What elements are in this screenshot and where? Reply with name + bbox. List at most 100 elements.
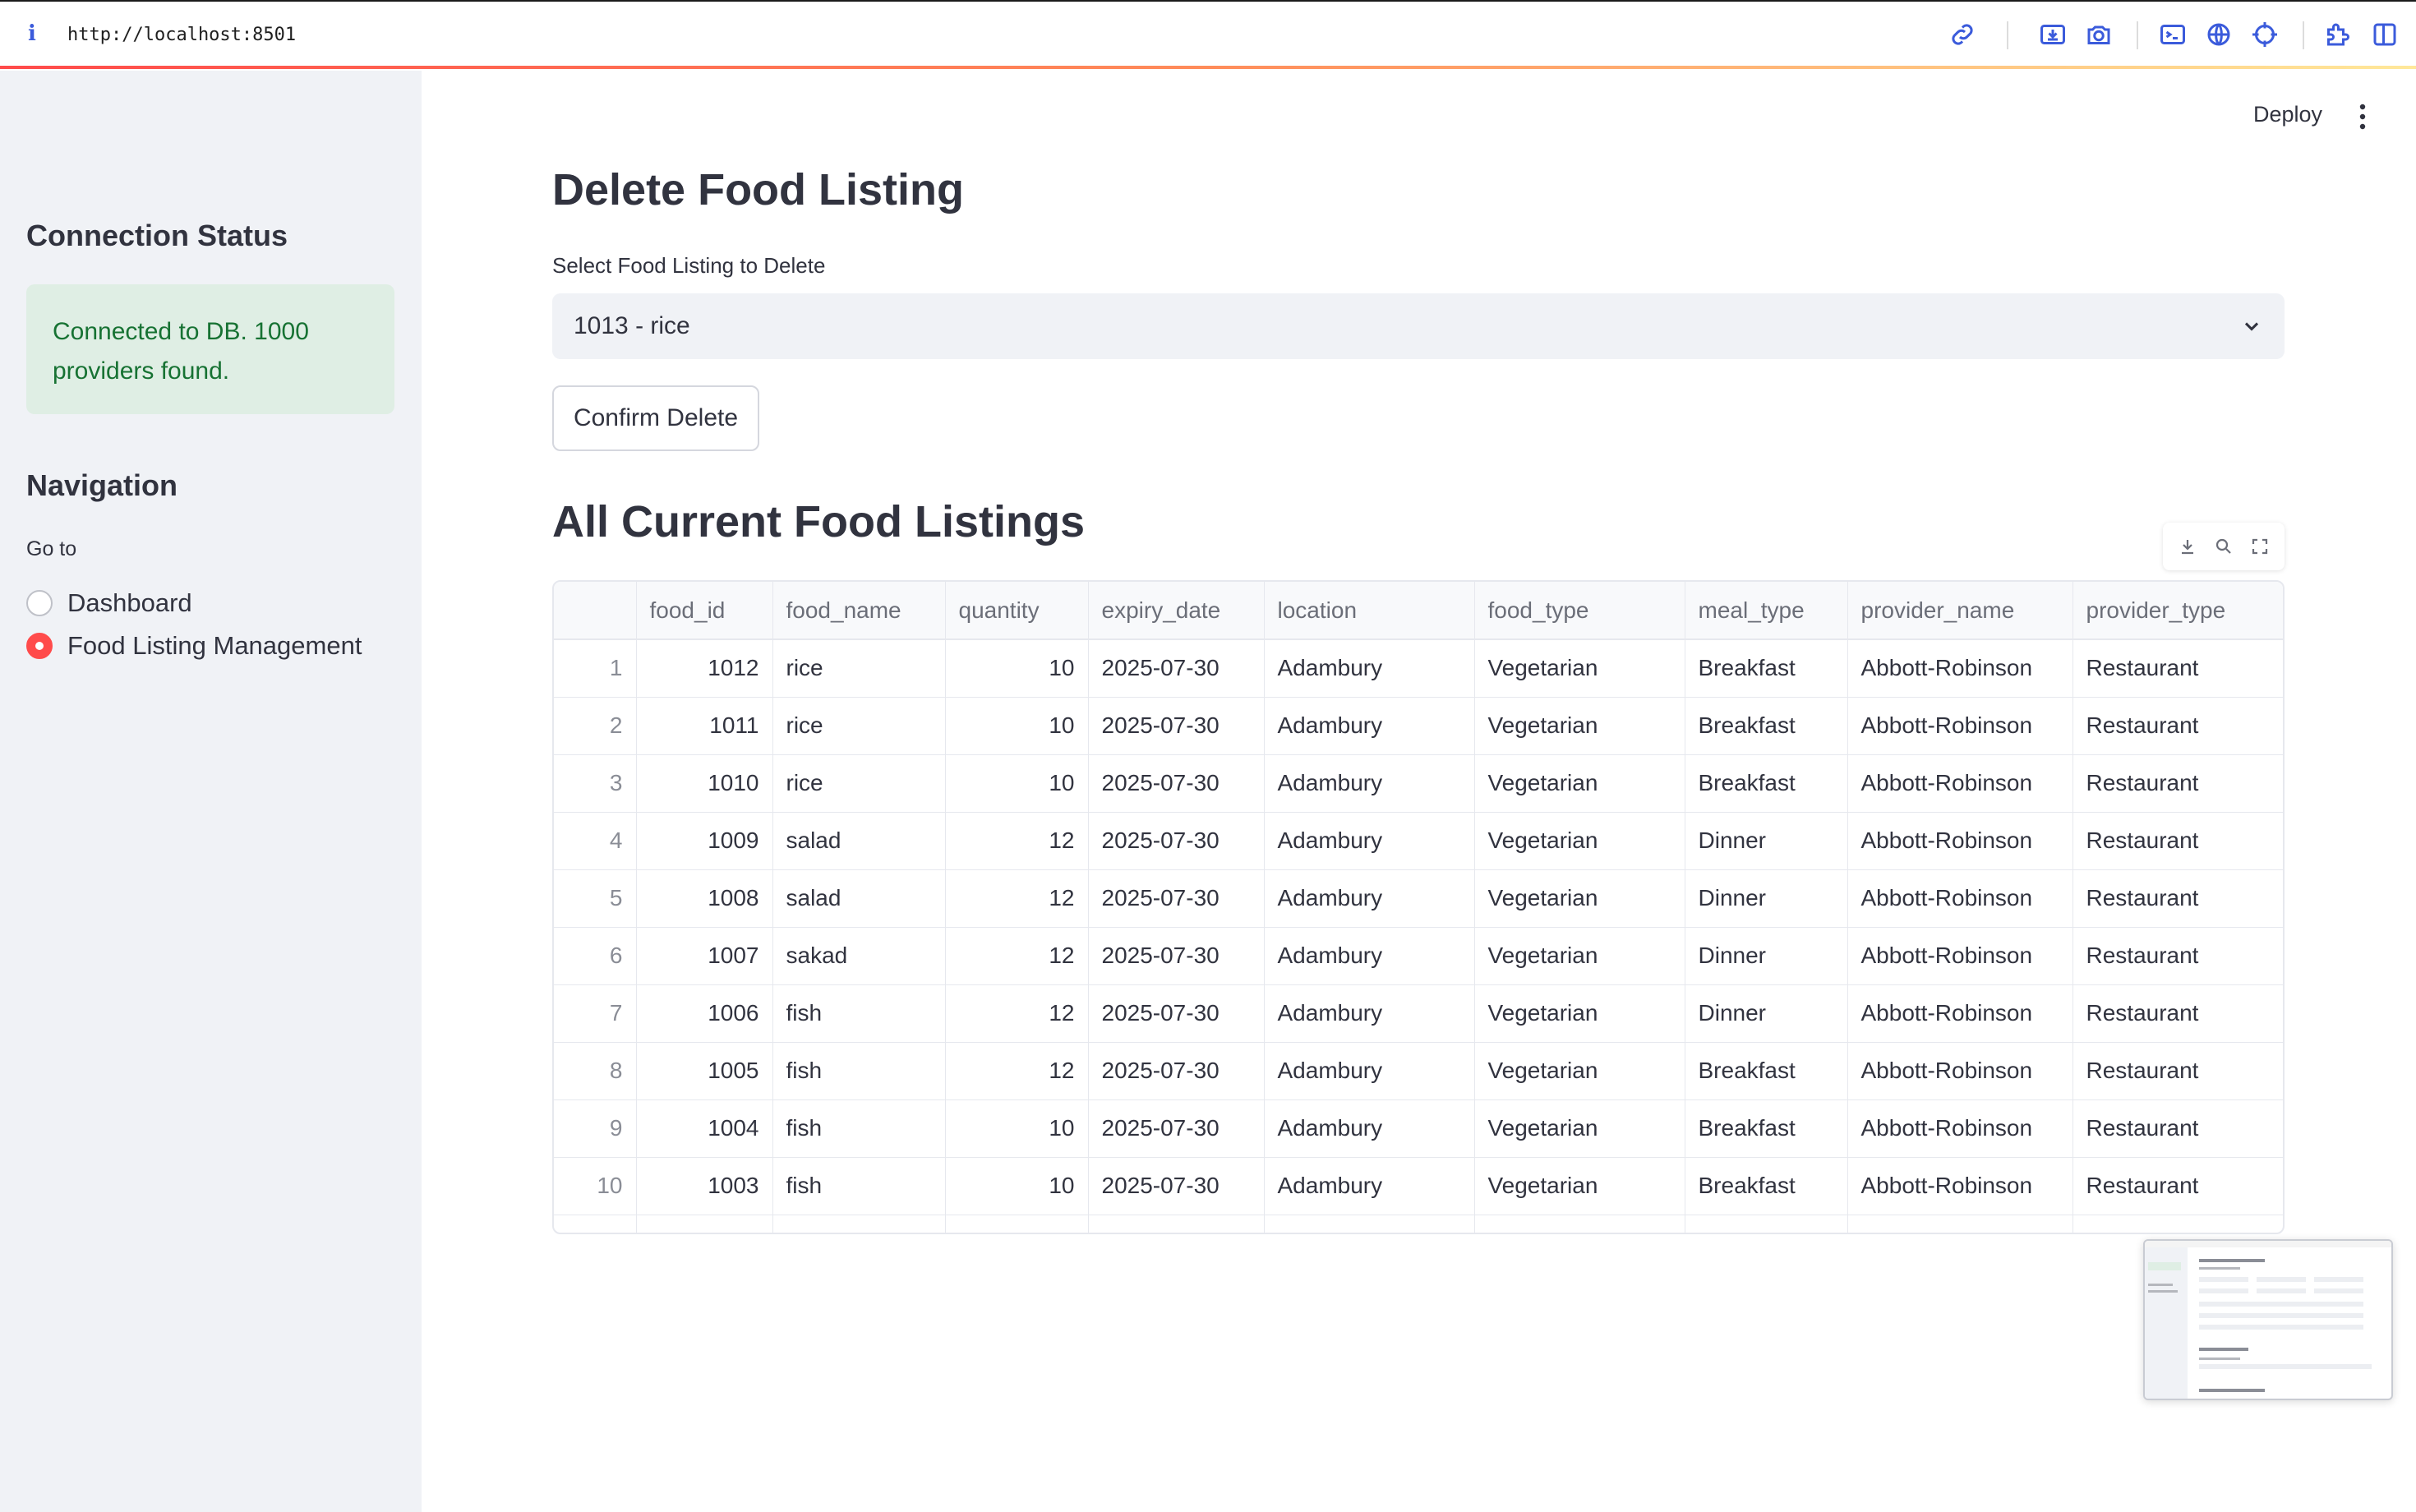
column-header[interactable]: expiry_date	[1088, 582, 1265, 640]
cell-food-name[interactable]: fish	[772, 1157, 946, 1215]
cell-food-type[interactable]: Vegetarian	[1474, 927, 1685, 985]
cell-food-id[interactable]: 1012	[636, 639, 773, 698]
cell-meal-type[interactable]: Breakfast	[1685, 1099, 1848, 1158]
cell-food-type[interactable]: Vegetarian	[1474, 1042, 1685, 1100]
cell-provider-type[interactable]: Restaurant	[2073, 1042, 2283, 1100]
cell-expiry-date[interactable]: 2025-07-30	[1088, 1157, 1265, 1215]
cell-meal-type[interactable]: Dinner	[1685, 812, 1848, 870]
camera-icon[interactable]	[2084, 20, 2114, 49]
cell-provider-name[interactable]: Abbott-Robinson	[1847, 1099, 2073, 1158]
cell-food-name[interactable]: salad	[772, 812, 946, 870]
table-row[interactable]: 7 1006 fish 12 2025-07-30 Adambury Vegetarian D…	[554, 984, 2283, 1043]
cell-food-id[interactable]: 1009	[636, 812, 773, 870]
main-menu-icon[interactable]	[2357, 102, 2368, 131]
food-listing-select[interactable]: 1013 - rice	[552, 293, 2285, 359]
cell-meal-type[interactable]: Dinner	[1685, 927, 1848, 985]
cell-expiry-date[interactable]: 2025-07-30	[1088, 927, 1265, 985]
cell-provider-type[interactable]	[2073, 1215, 2283, 1233]
cell-food-type[interactable]: Vegetarian	[1474, 639, 1685, 698]
cell-food-id[interactable]: 1004	[636, 1099, 773, 1158]
cell-meal-type[interactable]: Breakfast	[1685, 697, 1848, 755]
cell-provider-type[interactable]: Restaurant	[2073, 639, 2283, 698]
cell-location[interactable]: Adambury	[1264, 812, 1475, 870]
cell-quantity[interactable]: 12	[945, 927, 1089, 985]
cell-provider-type[interactable]: Restaurant	[2073, 984, 2283, 1043]
cell-food-name[interactable]: sakad	[772, 927, 946, 985]
column-header[interactable]: provider_name	[1847, 582, 2073, 640]
download-icon[interactable]	[2178, 537, 2197, 556]
cell-quantity[interactable]: 10	[945, 639, 1089, 698]
cell-quantity[interactable]: 10	[945, 697, 1089, 755]
column-header[interactable]: quantity	[945, 582, 1089, 640]
cell-food-type[interactable]: Vegetarian	[1474, 1157, 1685, 1215]
cell-food-id[interactable]	[636, 1215, 773, 1233]
cell-quantity[interactable]: 10	[945, 754, 1089, 813]
cell-provider-type[interactable]: Restaurant	[2073, 1157, 2283, 1215]
cell-food-name[interactable]: rice	[772, 639, 946, 698]
table-row[interactable]: 4 1009 salad 12 2025-07-30 Adambury Vegetarian…	[554, 812, 2283, 870]
cell-meal-type[interactable]: Dinner	[1685, 869, 1848, 928]
cell-meal-type[interactable]: Dinner	[1685, 984, 1848, 1043]
cell-location[interactable]: Adambury	[1264, 1157, 1475, 1215]
terminal-icon[interactable]	[2158, 20, 2188, 49]
cell-provider-name[interactable]: Abbott-Robinson	[1847, 869, 2073, 928]
radio-unselected-icon[interactable]	[26, 590, 53, 616]
table-row[interactable]: 11	[554, 1215, 2283, 1233]
radio-selected-icon[interactable]	[26, 633, 53, 659]
split-view-icon[interactable]	[2370, 20, 2400, 49]
cell-location[interactable]: Adambury	[1264, 639, 1475, 698]
cell-food-id[interactable]: 1006	[636, 984, 773, 1043]
cell-expiry-date[interactable]	[1088, 1215, 1265, 1233]
deploy-button[interactable]: Deploy	[2253, 102, 2322, 127]
cell-provider-name[interactable]: Abbott-Robinson	[1847, 927, 2073, 985]
cell-provider-name[interactable]: Abbott-Robinson	[1847, 754, 2073, 813]
cell-expiry-date[interactable]: 2025-07-30	[1088, 697, 1265, 755]
confirm-delete-button[interactable]: Confirm Delete	[552, 385, 759, 451]
cell-food-id[interactable]: 1008	[636, 869, 773, 928]
cell-food-type[interactable]: Vegetarian	[1474, 869, 1685, 928]
cell-provider-type[interactable]: Restaurant	[2073, 812, 2283, 870]
cell-meal-type[interactable]	[1685, 1215, 1848, 1233]
cell-location[interactable]: Adambury	[1264, 984, 1475, 1043]
table-row[interactable]: 9 1004 fish 10 2025-07-30 Adambury Vegetarian B…	[554, 1099, 2283, 1158]
cell-location[interactable]: Adambury	[1264, 1042, 1475, 1100]
url-bar[interactable]: http://localhost:8501	[67, 25, 296, 45]
cell-expiry-date[interactable]: 2025-07-30	[1088, 639, 1265, 698]
nav-option-food-listing-management[interactable]: Food Listing Management	[26, 631, 362, 661]
cell-meal-type[interactable]: Breakfast	[1685, 1157, 1848, 1215]
nav-option-dashboard[interactable]: Dashboard	[26, 588, 192, 618]
cell-food-type[interactable]: Vegetarian	[1474, 812, 1685, 870]
cell-location[interactable]: Adambury	[1264, 754, 1475, 813]
cell-provider-name[interactable]: Abbott-Robinson	[1847, 697, 2073, 755]
cell-expiry-date[interactable]: 2025-07-30	[1088, 754, 1265, 813]
cell-expiry-date[interactable]: 2025-07-30	[1088, 1042, 1265, 1100]
cell-food-name[interactable]: fish	[772, 1099, 946, 1158]
cell-expiry-date[interactable]: 2025-07-30	[1088, 984, 1265, 1043]
cell-quantity[interactable]: 10	[945, 1099, 1089, 1158]
cell-provider-type[interactable]: Restaurant	[2073, 697, 2283, 755]
cell-location[interactable]: Adambury	[1264, 869, 1475, 928]
cell-food-id[interactable]: 1005	[636, 1042, 773, 1100]
cell-meal-type[interactable]: Breakfast	[1685, 1042, 1848, 1100]
cell-food-name[interactable]: rice	[772, 697, 946, 755]
cell-provider-type[interactable]: Restaurant	[2073, 869, 2283, 928]
download-box-icon[interactable]	[2038, 20, 2068, 49]
cell-food-name[interactable]: rice	[772, 754, 946, 813]
cell-location[interactable]: Adambury	[1264, 927, 1475, 985]
cell-quantity[interactable]: 12	[945, 812, 1089, 870]
cell-provider-name[interactable]	[1847, 1215, 2073, 1233]
cell-expiry-date[interactable]: 2025-07-30	[1088, 869, 1265, 928]
link-icon[interactable]	[1948, 20, 1977, 49]
fullscreen-icon[interactable]	[2250, 537, 2270, 556]
crosshair-icon[interactable]	[2250, 20, 2280, 49]
column-header[interactable]: provider_type	[2073, 582, 2283, 640]
puzzle-icon[interactable]	[2322, 20, 2352, 49]
column-header[interactable]: location	[1264, 582, 1475, 640]
cell-meal-type[interactable]: Breakfast	[1685, 754, 1848, 813]
cell-location[interactable]: Adambury	[1264, 697, 1475, 755]
cell-expiry-date[interactable]: 2025-07-30	[1088, 812, 1265, 870]
cell-location[interactable]	[1264, 1215, 1475, 1233]
cell-food-name[interactable]: fish	[772, 1042, 946, 1100]
cell-provider-name[interactable]: Abbott-Robinson	[1847, 812, 2073, 870]
table-row[interactable]: 3 1010 rice 10 2025-07-30 Adambury Vegetarian B…	[554, 754, 2283, 813]
